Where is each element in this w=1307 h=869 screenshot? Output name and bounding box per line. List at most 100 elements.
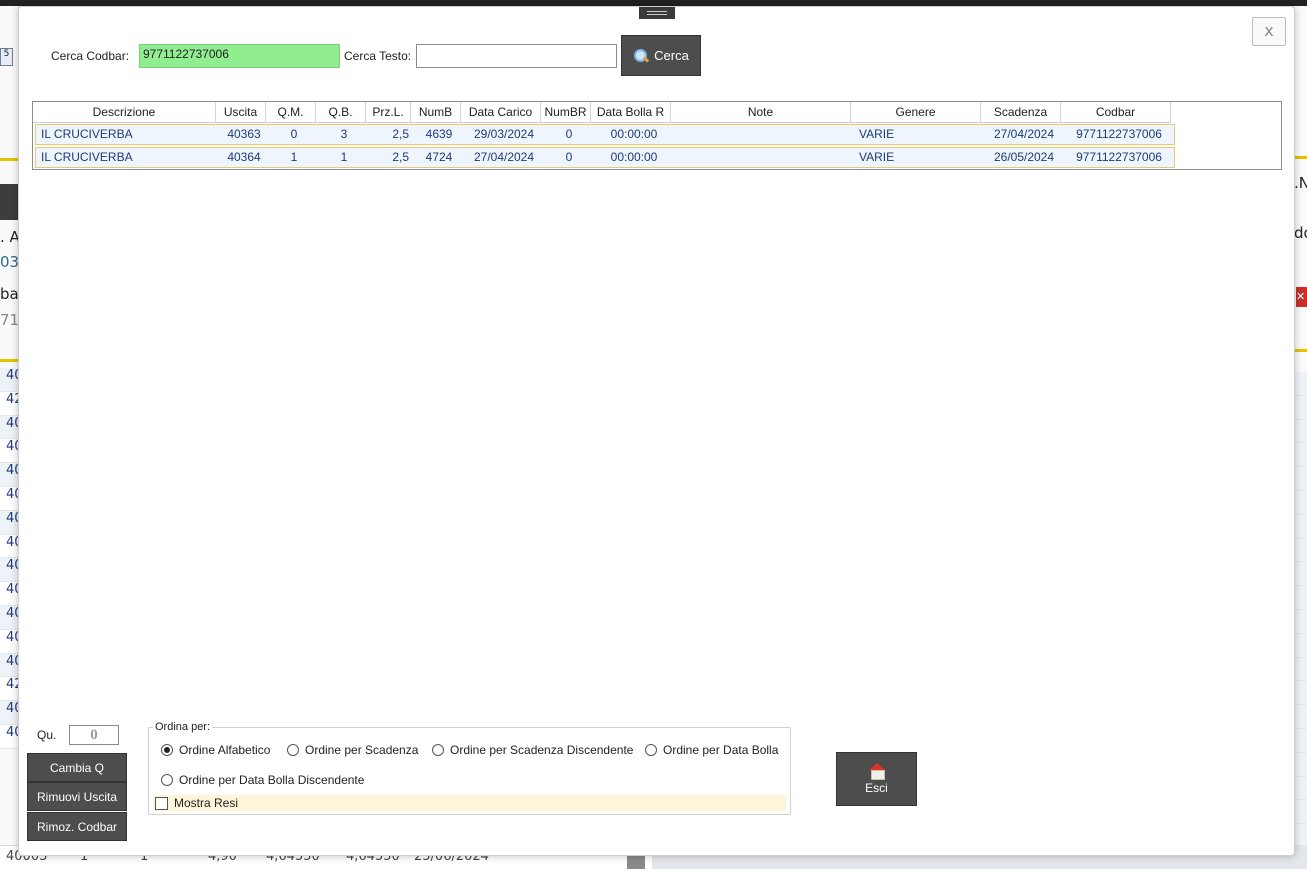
background-label-codbar: ba	[0, 285, 18, 303]
search-button[interactable]: Cerca	[621, 35, 701, 76]
column-header-uscita[interactable]: Uscita	[216, 102, 266, 123]
background-right-rows	[1294, 372, 1307, 848]
background-codbar-value: 71	[0, 311, 18, 329]
column-header-numb[interactable]: NumB	[411, 102, 461, 123]
cell-descrizione: IL CRUCIVERBA	[41, 127, 133, 141]
table-row: 40	[0, 534, 23, 559]
radio-ordine-data-bolla-discendente[interactable]: Ordine per Data Bolla Discendente	[161, 773, 364, 787]
cell-uscita: 40363	[227, 127, 261, 141]
background-label-n: .N	[1294, 174, 1307, 192]
drag-handle[interactable]	[639, 7, 675, 19]
radio-ordine-scadenza[interactable]: Ordine per Scadenza	[287, 743, 418, 757]
table-row[interactable]: IL CRUCIVERBA 40363 0 3 2,5 4639 29/03/2…	[35, 124, 1175, 145]
table-row: 42	[0, 677, 23, 702]
text-search-input[interactable]	[416, 44, 617, 68]
magnifier-icon	[633, 48, 649, 64]
table-row: 40	[0, 653, 23, 678]
cell-qb: 1	[340, 150, 348, 164]
calendar-icon[interactable]: 5	[0, 48, 13, 66]
table-row: 40	[0, 415, 23, 440]
mostra-resi-checkbox[interactable]: Mostra Resi	[153, 795, 786, 811]
radio-ordine-data-bolla[interactable]: Ordine per Data Bolla	[645, 743, 778, 757]
close-button[interactable]: x	[1252, 17, 1286, 46]
background-divider	[1294, 156, 1307, 159]
table-row: 40	[0, 582, 23, 606]
radio-icon	[432, 744, 444, 756]
cell-prz: 2,5	[392, 127, 409, 141]
cell-scadenza: 27/04/2024	[993, 127, 1055, 141]
cell-genere: VARIE	[859, 127, 895, 141]
grid-header: Descrizione Uscita Q.M. Q.B. Prz.L. NumB…	[33, 102, 1171, 123]
cell-descrizione: IL CRUCIVERBA	[41, 150, 133, 164]
quantity-input[interactable]: 0	[69, 725, 119, 745]
codbar-search-label: Cerca Codbar:	[51, 49, 130, 63]
table-row: 40	[0, 510, 23, 535]
background-value: 03	[0, 253, 18, 271]
background-close-icon[interactable]: ✕	[1296, 287, 1307, 307]
cell-codbar: 9771122737006	[1076, 150, 1162, 164]
table-row: 40	[0, 605, 23, 630]
column-header-prz[interactable]: Prz.L.	[366, 102, 411, 123]
radio-icon	[287, 744, 299, 756]
cell-scadenza: 26/05/2024	[993, 150, 1055, 164]
cell-genere: VARIE	[859, 150, 895, 164]
cambia-q-button[interactable]: Cambia Q	[27, 753, 127, 782]
cell-data-bolla-r: 00:00:00	[610, 150, 658, 164]
background-label-do: do	[1294, 224, 1307, 242]
sort-legend: Ordina per:	[153, 721, 213, 733]
table-row: 40	[0, 463, 23, 487]
radio-ordine-alfabetico[interactable]: Ordine Alfabetico	[161, 743, 270, 757]
table-row: 40	[0, 558, 23, 583]
house-icon	[868, 763, 886, 780]
qu-label: Qu.	[37, 728, 57, 742]
table-row: 40	[0, 368, 23, 392]
table-row: 40	[0, 486, 23, 511]
cell-qb: 3	[340, 127, 348, 141]
column-header-codbar[interactable]: Codbar	[1061, 102, 1171, 123]
radio-ordine-scadenza-discendente[interactable]: Ordine per Scadenza Discendente	[432, 743, 633, 757]
cell-data-bolla-r: 00:00:00	[610, 127, 658, 141]
rimuovi-uscita-button[interactable]: Rimuovi Uscita	[27, 782, 127, 811]
column-header-numbr[interactable]: NumBR	[541, 102, 591, 123]
cell-data-carico: 27/04/2024	[473, 150, 535, 164]
cell-data-carico: 29/03/2024	[473, 127, 535, 141]
table-row: 40	[0, 629, 23, 654]
cell-qm: 0	[290, 127, 298, 141]
esci-button[interactable]: Esci	[836, 752, 917, 806]
cell-numbr: 0	[565, 127, 573, 141]
rimoz-codbar-button[interactable]: Rimoz. Codbar	[27, 812, 127, 841]
radio-icon	[645, 744, 657, 756]
column-header-genere[interactable]: Genere	[851, 102, 981, 123]
background-toolbar	[0, 184, 18, 220]
column-header-data-bolla-r[interactable]: Data Bolla R	[591, 102, 671, 123]
column-header-data-carico[interactable]: Data Carico	[461, 102, 541, 123]
codbar-search-input[interactable]: 9771122737006	[139, 44, 340, 68]
column-header-qb[interactable]: Q.B.	[316, 102, 366, 123]
cell-numbr: 0	[565, 150, 573, 164]
column-header-note[interactable]: Note	[671, 102, 851, 123]
column-header-qm[interactable]: Q.M.	[266, 102, 316, 123]
sort-options-group: Ordina per: Ordine Alfabetico Ordine per…	[148, 721, 791, 815]
search-button-label: Cerca	[654, 48, 689, 63]
table-row: 40	[0, 724, 23, 749]
background-table-rows: 40 42 40 40 40 40 40 40 40 40 40 40 40 4…	[0, 368, 23, 749]
checkbox-icon	[155, 796, 168, 810]
cell-note	[674, 148, 854, 167]
table-row: 40	[0, 439, 23, 464]
search-dialog: x Cerca Codbar: 9771122737006 Cerca Test…	[18, 6, 1295, 856]
table-row: 42	[0, 391, 23, 416]
cell-qm: 1	[290, 150, 298, 164]
cell-numb: 4724	[425, 150, 453, 164]
text-search-label: Cerca Testo:	[344, 49, 412, 63]
background-divider	[1294, 349, 1307, 352]
results-grid: Descrizione Uscita Q.M. Q.B. Prz.L. NumB…	[32, 101, 1282, 170]
column-header-scadenza[interactable]: Scadenza	[981, 102, 1061, 123]
table-row[interactable]: IL CRUCIVERBA 40364 1 1 2,5 4724 27/04/2…	[35, 147, 1175, 168]
column-header-descrizione[interactable]: Descrizione	[33, 102, 216, 123]
cell-note	[674, 125, 854, 144]
background-divider	[0, 359, 18, 362]
cell-uscita: 40364	[227, 150, 261, 164]
radio-icon	[161, 774, 173, 786]
background-divider	[0, 158, 18, 161]
cell-numb: 4639	[425, 127, 453, 141]
